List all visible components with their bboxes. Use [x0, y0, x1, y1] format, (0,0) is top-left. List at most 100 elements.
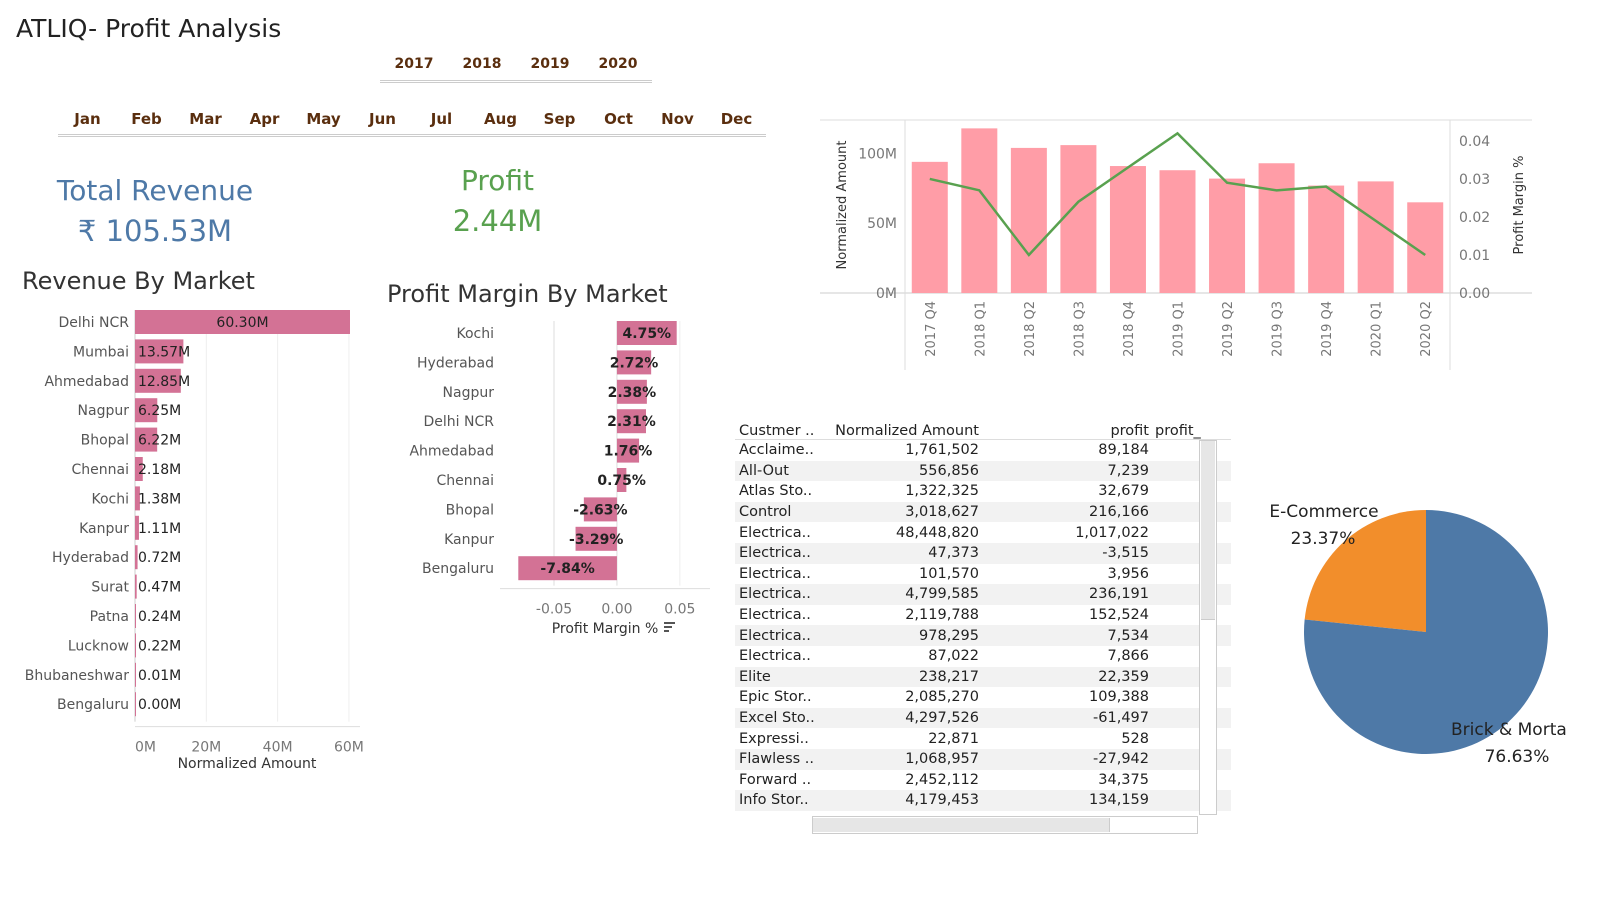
horizontal-scroll-thumb[interactable]: [813, 818, 1110, 832]
table-row[interactable]: Electrica.. 978,295 7,534: [735, 625, 1231, 646]
profit-cell: 216,166: [1089, 504, 1149, 521]
table-row[interactable]: Epic Stor.. 2,085,270 109,388: [735, 687, 1231, 708]
table-row[interactable]: Flawless .. 1,068,957 -27,942: [735, 748, 1231, 770]
revenue-bar[interactable]: [135, 604, 136, 628]
profit-cell: 528: [1121, 730, 1149, 747]
customer-cell: Acclaime..: [739, 442, 814, 459]
quarterly-amount-bar[interactable]: [1357, 181, 1394, 293]
profit-cell: 7,239: [1107, 462, 1149, 479]
year-2017[interactable]: 2017: [380, 56, 448, 80]
revenue-category-label: Chennai: [72, 462, 129, 478]
table-row[interactable]: Atlas Sto.. 1,322,325 32,679: [735, 481, 1231, 502]
amount-cell: 87,022: [928, 648, 979, 665]
revenue-category-label: Bhubaneshwar: [25, 668, 129, 684]
col-profit[interactable]: profit: [979, 423, 1149, 439]
vertical-scroll-thumb[interactable]: [1201, 441, 1215, 620]
quarterly-amount-bar[interactable]: [1258, 163, 1295, 293]
quarterly-amount-bar[interactable]: [1060, 145, 1097, 293]
month-may[interactable]: May: [294, 110, 353, 134]
amount-cell: 1,322,325: [905, 483, 979, 500]
table-row[interactable]: Control 3,018,627 216,166: [735, 501, 1231, 523]
month-mar[interactable]: Mar: [176, 110, 235, 134]
amount-cell: 238,217: [919, 668, 979, 685]
month-jan[interactable]: Jan: [58, 110, 117, 134]
revenue-bar[interactable]: [135, 633, 136, 658]
profit-margin-x-tick: -0.05: [536, 602, 572, 618]
col-customer[interactable]: Custmer ..: [735, 423, 829, 439]
revenue-by-market-chart: Delhi NCR Mumbai Ahmedabad Nagpur Bhopal Chen…: [25, 310, 364, 772]
amount-cell: 556,856: [919, 462, 979, 479]
quarterly-x-tick: 2020 Q2: [1419, 301, 1434, 357]
month-dec[interactable]: Dec: [707, 110, 766, 134]
table-row[interactable]: Expressi.. 22,871 528: [735, 728, 1231, 749]
customer-cell: Flawless ..: [739, 751, 814, 768]
month-aug[interactable]: Aug: [471, 110, 530, 134]
pie-label-ecommerce: E-Commerce: [1269, 502, 1378, 522]
month-sep[interactable]: Sep: [530, 110, 589, 134]
month-oct[interactable]: Oct: [589, 110, 648, 134]
table-horizontal-scrollbar[interactable]: [812, 816, 1198, 834]
profit-margin-data-label: 2.38%: [608, 385, 657, 401]
profit-label: Profit: [460, 164, 535, 197]
quarterly-amount-bar[interactable]: [1209, 178, 1246, 293]
table-row[interactable]: Electrica.. 4,799,585 236,191: [735, 584, 1231, 605]
month-feb[interactable]: Feb: [117, 110, 176, 134]
revenue-data-label: 0.72M: [138, 550, 181, 566]
sort-icon[interactable]: [664, 622, 675, 632]
profit-cell: -61,497: [1093, 710, 1149, 727]
amount-cell: 4,297,526: [905, 710, 979, 727]
year-2018[interactable]: 2018: [448, 56, 516, 80]
quarterly-amount-bar[interactable]: [1010, 147, 1047, 293]
customer-cell: Elite: [739, 668, 771, 685]
table-row[interactable]: Elite 238,217 22,359: [735, 666, 1231, 688]
table-row[interactable]: Info Stor.. 4,179,453 134,159: [735, 790, 1231, 811]
customer-cell: Forward ..: [739, 771, 812, 788]
revenue-category-label: Nagpur: [78, 403, 130, 419]
month-jun[interactable]: Jun: [353, 110, 412, 134]
revenue-x-tick: 0M: [135, 740, 156, 756]
profit-margin-by-market-title: Profit Margin By Market: [387, 280, 668, 308]
table-row[interactable]: Electrica.. 101,570 3,956: [735, 564, 1231, 585]
quarterly-amount-bar[interactable]: [1109, 166, 1146, 293]
quarterly-x-tick: 2019 Q2: [1221, 301, 1236, 357]
amount-cell: 3,018,627: [905, 504, 979, 521]
quarterly-amount-bar[interactable]: [961, 128, 998, 293]
revenue-bar[interactable]: [135, 574, 137, 599]
table-row[interactable]: Electrica.. 47,373 -3,515: [735, 542, 1231, 564]
year-2019[interactable]: 2019: [516, 56, 584, 80]
table-header: Custmer .. Normalized Amount profit prof…: [735, 418, 1231, 440]
amount-cell: 2,085,270: [905, 689, 979, 706]
profit-cell: -27,942: [1093, 751, 1149, 768]
total-revenue-value: ₹ 105.53M: [77, 214, 233, 248]
revenue-bar[interactable]: [135, 692, 136, 717]
revenue-data-label: 1.38M: [138, 491, 181, 507]
profit-margin-category-label: Hyderabad: [417, 355, 494, 371]
quarterly-x-tick: 2018 Q2: [1023, 301, 1038, 357]
table-row[interactable]: Electrica.. 87,022 7,866: [735, 646, 1231, 667]
profit-cell: 34,375: [1098, 771, 1149, 788]
table-row[interactable]: Electrica.. 2,119,788 152,524: [735, 605, 1231, 626]
table-row[interactable]: Acclaime.. 1,761,502 89,184: [735, 440, 1231, 461]
table-vertical-scrollbar[interactable]: [1199, 440, 1217, 815]
month-jul[interactable]: Jul: [412, 110, 471, 134]
table-row[interactable]: Excel Sto.. 4,297,526 -61,497: [735, 707, 1231, 729]
quarterly-y2-tick: 0.03: [1459, 172, 1490, 188]
quarterly-amount-bar[interactable]: [1159, 170, 1196, 293]
month-nov[interactable]: Nov: [648, 110, 707, 134]
month-apr[interactable]: Apr: [235, 110, 294, 134]
revenue-category-label: Kanpur: [79, 521, 129, 537]
revenue-category-label: Patna: [90, 609, 129, 625]
revenue-x-tick: 60M: [334, 740, 364, 756]
year-2020[interactable]: 2020: [584, 56, 652, 80]
revenue-data-label: 2.18M: [138, 462, 181, 478]
col-normalized-amount[interactable]: Normalized Amount: [829, 423, 979, 439]
table-row[interactable]: Forward .. 2,452,112 34,375: [735, 770, 1231, 791]
quarterly-amount-bar[interactable]: [1308, 185, 1345, 293]
table-row[interactable]: All-Out 556,856 7,239: [735, 460, 1231, 482]
revenue-bar[interactable]: [135, 662, 136, 687]
table-row[interactable]: Electrica.. 48,448,820 1,017,022: [735, 522, 1231, 543]
quarterly-y-axis-label: Normalized Amount: [835, 141, 850, 270]
amount-cell: 978,295: [919, 627, 979, 644]
customer-cell: Excel Sto..: [739, 710, 815, 727]
col-profit-margin[interactable]: profit_: [1149, 423, 1205, 439]
